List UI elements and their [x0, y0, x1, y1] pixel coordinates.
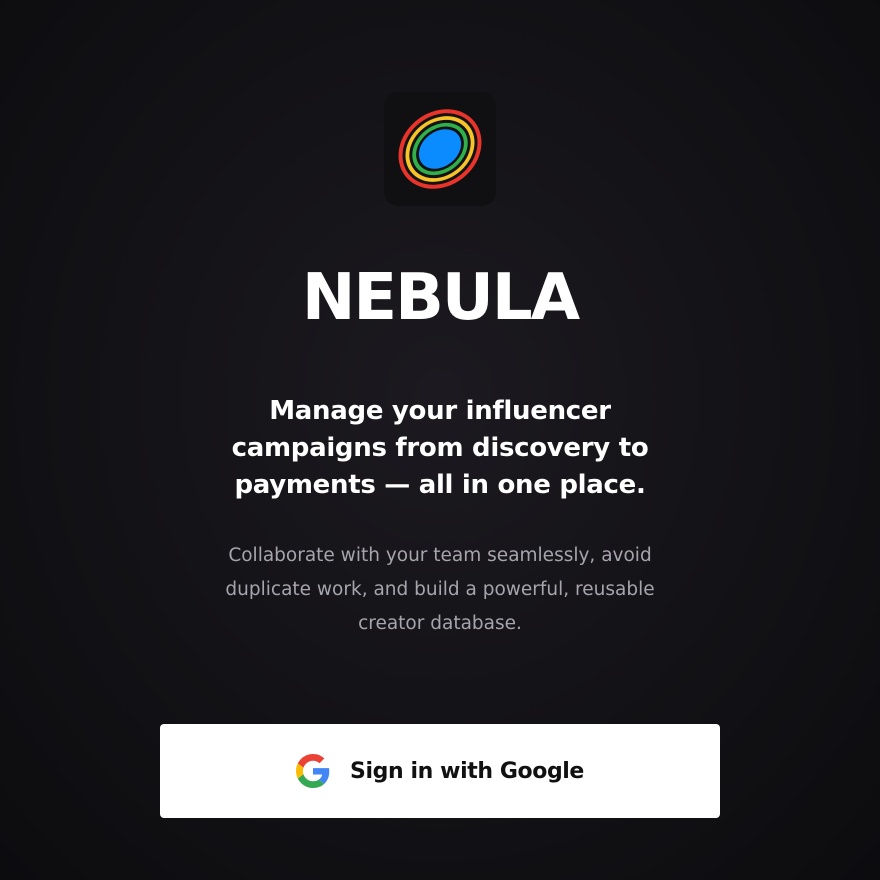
hero-subtext: Collaborate with your team seamlessly, a… [225, 545, 655, 634]
google-g-icon [296, 754, 330, 788]
google-sign-in-button[interactable]: Sign in with Google [160, 724, 720, 818]
app-logo [384, 92, 496, 206]
hero-headline: Manage your influencer campaigns from di… [231, 396, 649, 500]
google-sign-in-label: Sign in with Google [350, 758, 584, 784]
nebula-rings-icon [398, 109, 482, 189]
brand-name: NEBULA [301, 261, 580, 335]
